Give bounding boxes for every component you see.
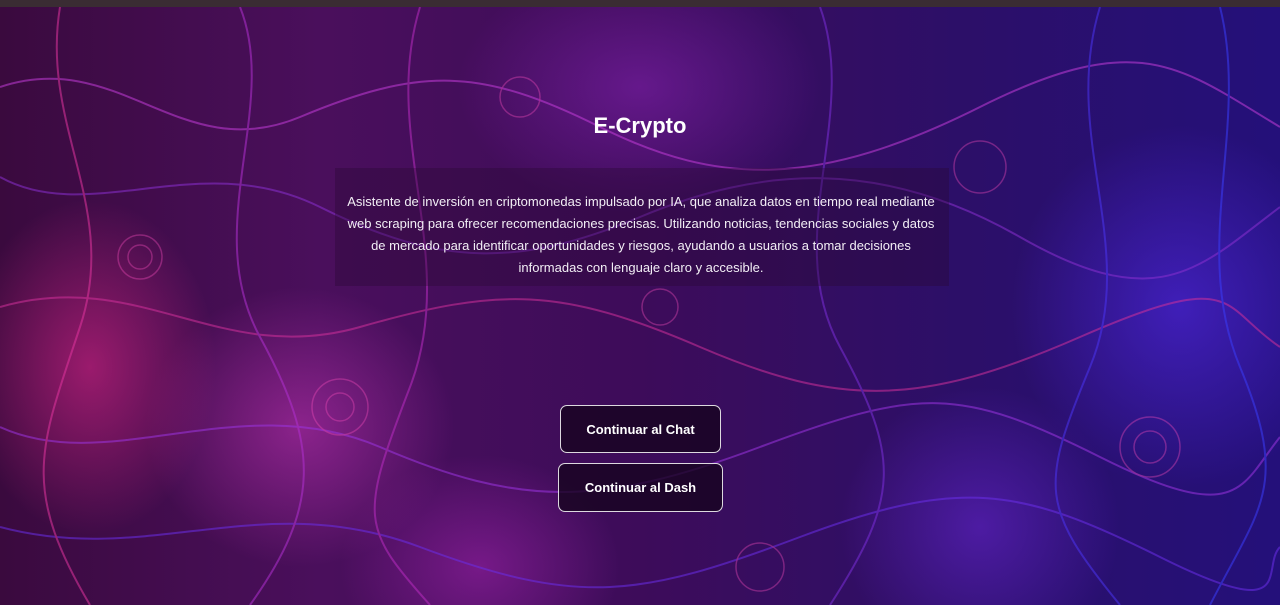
continue-chat-button[interactable]: Continuar al Chat (560, 405, 721, 453)
page-title: E-Crypto (593, 113, 687, 138)
app-description: Asistente de inversión en criptomonedas … (347, 194, 935, 275)
window-top-strip (0, 0, 1280, 7)
landing-content: E-Crypto Asistente de inversión en cript… (0, 0, 1280, 605)
continue-dash-button[interactable]: Continuar al Dash (558, 463, 723, 512)
